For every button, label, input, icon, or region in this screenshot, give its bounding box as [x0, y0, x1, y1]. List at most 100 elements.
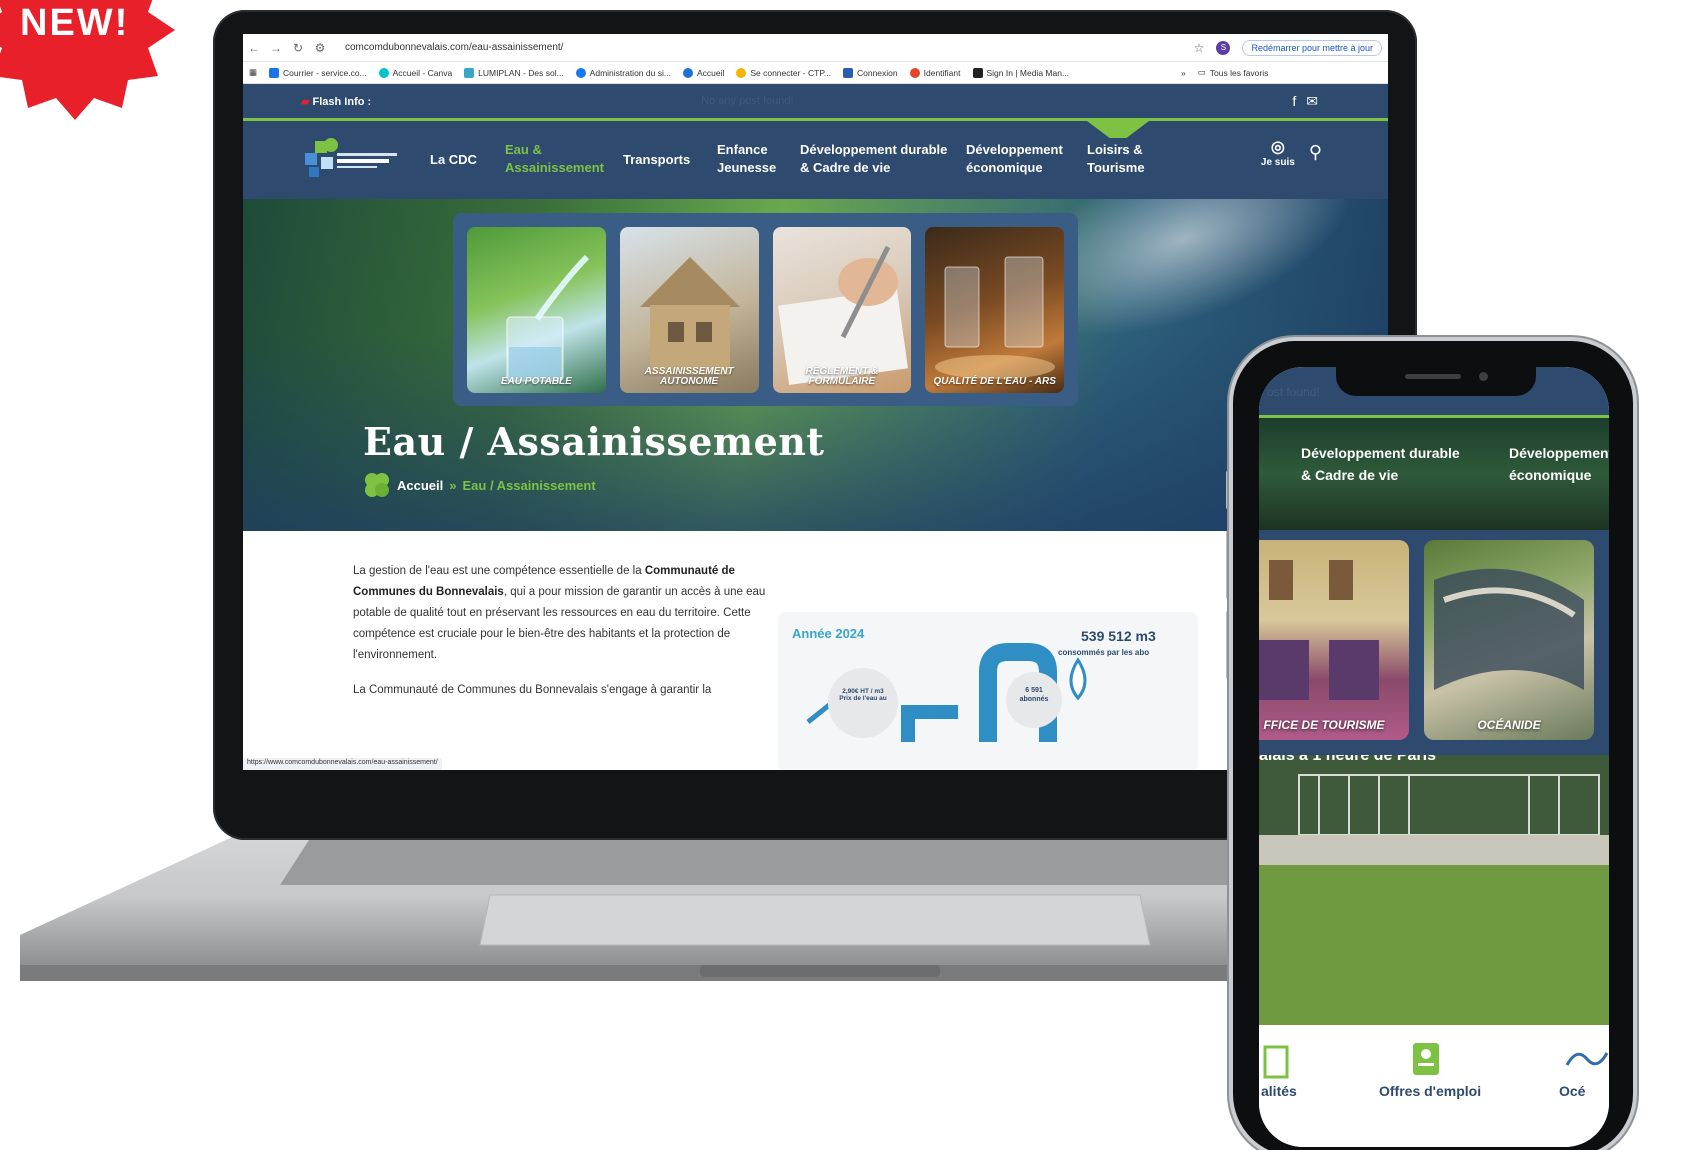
phone-link-offres-emploi[interactable]: Offres d'emploi [1379, 1083, 1481, 1099]
water-glasses-image [935, 256, 1056, 379]
flash-info-bar: ▰ Flash Info : No any post found! f ✉ [243, 84, 1388, 118]
phone-navigation: Développement durable & Cadre de vie Dév… [1259, 418, 1609, 530]
forward-icon[interactable]: → [265, 41, 287, 55]
mail-icon[interactable]: ✉ [1306, 93, 1318, 110]
nav-utility-icons: ◎ Je suis ⚲ [1261, 137, 1322, 168]
newspaper-icon [1263, 1045, 1289, 1079]
outlook-icon [269, 67, 280, 78]
bookmark-item[interactable]: Administration du si... [575, 67, 671, 78]
price-badge: 2,90€ HT / m3 Prix de l'eau au [828, 668, 898, 738]
phone-power-button [1633, 540, 1639, 640]
je-suis-button[interactable]: ◎ Je suis [1261, 137, 1295, 168]
pen-icon [842, 67, 853, 78]
bookmark-star-icon[interactable]: ☆ [1194, 41, 1205, 55]
bookmarks-more-button[interactable]: » [1181, 68, 1186, 78]
phone-cards-strip: FFICE DE TOURISME OCÉANIDE [1259, 530, 1609, 755]
water-glass-image [506, 254, 590, 382]
phone-flash-ticker: ost found! [1267, 385, 1320, 399]
bookmark-item[interactable]: Sign In | Media Man... [972, 67, 1069, 78]
hero-banner: EAU POTABLE ASSAINISSEMENT AUTONOME RÈGL… [243, 199, 1388, 531]
bookmark-item[interactable]: Identifiant [909, 67, 961, 78]
phone-side-button [1226, 610, 1232, 680]
clover-tab [1083, 118, 1153, 138]
bookmark-item[interactable]: LUMIPLAN - Des sol... [464, 67, 564, 78]
flash-info-label: ▰ Flash Info : [301, 95, 372, 108]
browser-address-bar: ← → ↻ ⚙ comcomdubonnevalais.com/eau-assa… [243, 34, 1388, 62]
tourism-office-image [1259, 560, 1379, 700]
user-circle-icon [909, 67, 920, 78]
user-circle-icon: ◎ [1270, 139, 1285, 156]
nav-loisirs-tourisme[interactable]: Loisirs & Tourisme [1087, 141, 1145, 177]
site-settings-icon[interactable]: ⚙ [309, 41, 331, 55]
reload-icon[interactable]: ↻ [287, 41, 309, 55]
phone-card-oceanide[interactable]: OCÉANIDE [1424, 540, 1594, 740]
nav-eau-assainissement[interactable]: Eau & Assainissement [505, 141, 604, 177]
nav-enfance-jeunesse[interactable]: Enfance Jeunesse [717, 141, 776, 177]
oceanide-logo-icon [1565, 1052, 1609, 1066]
bookmark-item[interactable]: Accueil [682, 67, 724, 78]
phone-quick-links: alités Offres d'emploi Océ [1259, 1025, 1609, 1147]
canva-icon [378, 67, 389, 78]
facebook-icon[interactable]: f [1292, 93, 1296, 110]
breadcrumb-current: Eau / Assainissement [462, 477, 596, 493]
page-title: Eau / Assainissement [363, 419, 825, 464]
flash-ticker: No any post found! [701, 95, 794, 107]
breadcrumb-home[interactable]: Accueil [397, 478, 443, 493]
globe-icon [682, 67, 693, 78]
phone-screen: ost found! Développement durable & Cadre… [1259, 367, 1609, 1147]
card-assainissement-autonome[interactable]: ASSAINISSEMENT AUTONOME [619, 227, 759, 393]
bookmarks-bar: ▦ Courrier - service.co... Accueil - Can… [243, 62, 1388, 84]
laptop-screen: ← → ↻ ⚙ comcomdubonnevalais.com/eau-assa… [243, 34, 1388, 770]
bookmark-item[interactable]: Courrier - service.co... [269, 67, 367, 78]
url-field[interactable]: comcomdubonnevalais.com/eau-assainisseme… [345, 42, 563, 53]
address-bar-actions: ☆ S Redémarrer pour mettre à jour [1194, 39, 1388, 56]
new-badge: NEW! [0, 0, 180, 120]
phone-nav-developpement-economique[interactable]: Développement économique [1509, 442, 1609, 486]
flash-icon: ▰ [301, 95, 313, 108]
phone-link-oceanide[interactable]: Océ [1559, 1083, 1585, 1099]
nav-la-cdc[interactable]: La CDC [430, 151, 477, 169]
park-gate-image [1259, 755, 1609, 1025]
all-bookmarks-folder[interactable]: ▭ Tous les favoris [1198, 67, 1269, 78]
phone-nav-developpement-durable[interactable]: Développement durable & Cadre de vie [1301, 442, 1460, 486]
user-circle-icon [736, 67, 747, 78]
phone-photo-banner: alais à 1 heure de Paris [1259, 755, 1609, 1025]
phone-link-actualites[interactable]: alités [1261, 1083, 1297, 1099]
intro-paragraph: La gestion de l'eau est une compétence e… [353, 565, 766, 661]
job-offer-icon [1413, 1043, 1439, 1075]
card-reglement-formulaire[interactable]: RÈGLEMENT & FORMULAIRE [772, 227, 912, 393]
profile-avatar[interactable]: S [1216, 40, 1231, 55]
breadcrumb: Accueil » Eau / Assainissement [363, 471, 596, 499]
nav-developpement-economique[interactable]: Développement économique [966, 141, 1063, 177]
clover-icon [365, 473, 389, 497]
restart-update-button[interactable]: Redémarrer pour mettre à jour [1242, 39, 1382, 56]
phone-side-button [1226, 530, 1232, 600]
back-icon[interactable]: ← [243, 41, 265, 55]
media-manager-icon [972, 67, 983, 78]
bookmark-item[interactable]: Connexion [842, 67, 898, 78]
mockup-stage: NEW! ← → ↻ ⚙ comcomdubonnevalais.com/eau… [0, 0, 1690, 1150]
second-paragraph: La Communauté de Communes du Bonnevalais… [353, 684, 712, 696]
card-qualite-eau-ars[interactable]: QUALITÉ DE L'EAU - ARS [925, 227, 1064, 393]
new-badge-text: NEW! [20, 2, 130, 44]
water-infographic: Année 2024 539 512 m3 consommés par les … [778, 612, 1198, 770]
search-icon[interactable]: ⚲ [1309, 142, 1322, 163]
site-logo[interactable] [301, 131, 401, 187]
folder-icon: ▭ [1197, 67, 1206, 77]
phone-speaker [1405, 374, 1461, 379]
nav-developpement-durable[interactable]: Développement durable & Cadre de vie [800, 141, 947, 177]
phone-card-office-tourisme[interactable]: FFICE DE TOURISME [1259, 540, 1409, 740]
subscribers-badge: 6 591 abonnés [1006, 672, 1062, 728]
apps-grid-icon[interactable]: ▦ [249, 67, 257, 78]
phone-notch [1336, 362, 1536, 396]
breadcrumb-separator: » [449, 477, 457, 493]
nav-transports[interactable]: Transports [623, 151, 690, 169]
phone-camera [1479, 372, 1488, 381]
oceanide-aerial-image [1434, 568, 1584, 690]
main-navigation: La CDC Eau & Assainissement Transports E… [243, 118, 1388, 199]
facebook-icon [575, 67, 586, 78]
bookmark-item[interactable]: Accueil - Canva [378, 67, 452, 78]
card-eau-potable[interactable]: EAU POTABLE [467, 227, 606, 393]
bookmark-item[interactable]: Se connecter - CTP... [736, 67, 831, 78]
status-bar-url: https://www.comcomdubonnevalais.com/eau-… [243, 758, 442, 770]
